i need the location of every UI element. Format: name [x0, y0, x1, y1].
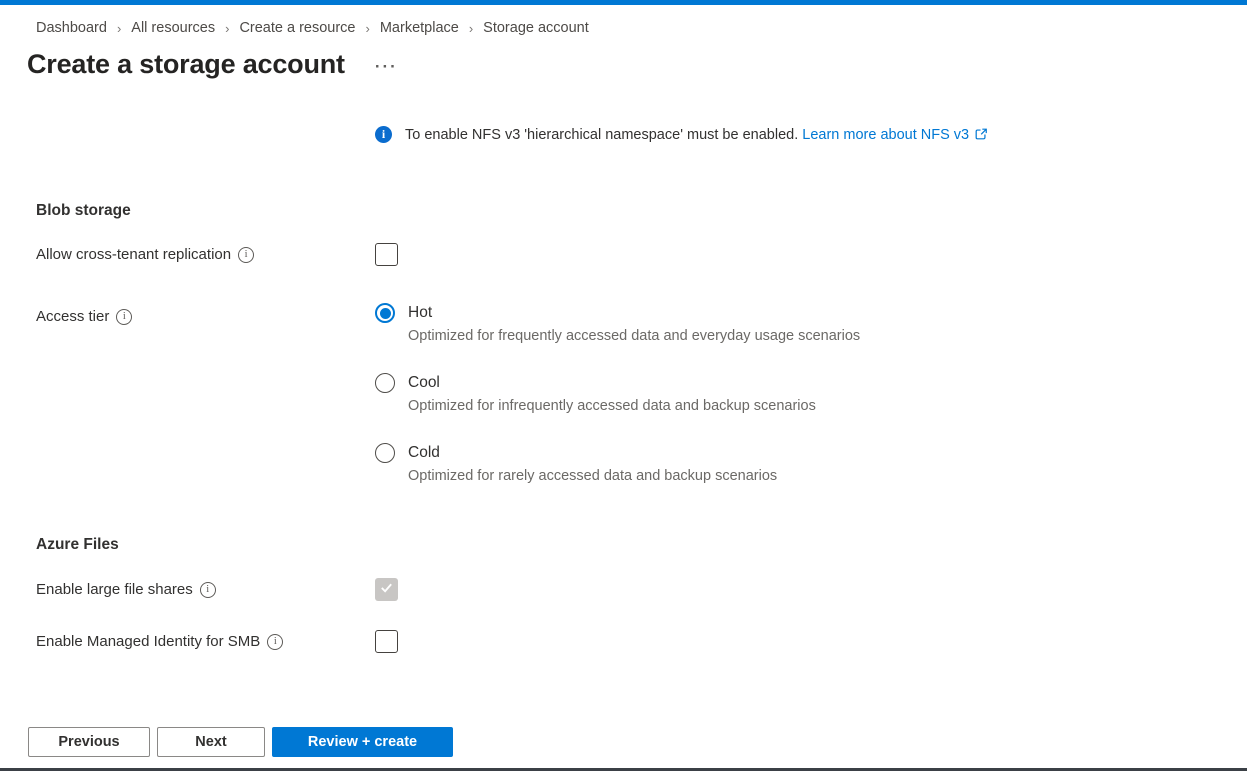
radio-unselected-icon — [375, 373, 395, 393]
access-tier-radio-group: Hot Optimized for frequently accessed da… — [375, 302, 860, 512]
large-file-shares-label: Enable large file shares — [36, 581, 193, 598]
banner-text: To enable NFS v3 'hierarchical namespace… — [405, 127, 799, 143]
breadcrumb-create-a-resource[interactable]: Create a resource — [239, 20, 355, 36]
cross-tenant-replication-row: Allow cross-tenant replication i — [36, 243, 1247, 266]
access-tier-label: Access tier — [36, 308, 110, 325]
breadcrumb-separator: › — [116, 20, 122, 36]
radio-unselected-icon — [375, 443, 395, 463]
managed-identity-info-icon[interactable]: i — [267, 633, 284, 650]
info-icon: i — [375, 126, 392, 143]
cross-tenant-info-icon[interactable]: i — [238, 246, 255, 263]
more-options-icon[interactable]: ··· — [375, 58, 398, 75]
breadcrumb-separator: › — [365, 20, 370, 36]
access-tier-hot-label: Hot — [408, 304, 433, 321]
managed-identity-smb-label: Enable Managed Identity for SMB — [36, 633, 261, 650]
wizard-footer: Previous Next Review + create — [28, 727, 453, 757]
cross-tenant-replication-label: Allow cross-tenant replication — [36, 246, 232, 263]
blob-storage-heading: Blob storage — [36, 202, 131, 219]
breadcrumb-marketplace[interactable]: Marketplace — [380, 20, 459, 36]
breadcrumb-storage-account[interactable]: Storage account — [483, 20, 589, 36]
check-icon — [379, 580, 394, 600]
breadcrumb-separator: › — [225, 20, 230, 36]
page-title: Create a storage account — [27, 49, 345, 79]
access-tier-cold-label: Cold — [408, 444, 440, 461]
top-accent-bar — [0, 0, 1247, 5]
access-tier-row: Access tier i Hot Optimized for frequent… — [36, 302, 1247, 512]
managed-identity-smb-checkbox[interactable] — [375, 630, 398, 653]
learn-more-nfs-link[interactable]: Learn more about NFS v3 — [802, 127, 969, 143]
access-tier-radio-hot[interactable]: Hot Optimized for frequently accessed da… — [375, 302, 860, 347]
review-create-button[interactable]: Review + create — [272, 727, 453, 757]
access-tier-cool-description: Optimized for infrequently accessed data… — [408, 398, 816, 414]
access-tier-cool-label: Cool — [408, 374, 440, 391]
managed-identity-smb-row: Enable Managed Identity for SMB i — [36, 630, 1247, 653]
radio-selected-icon — [375, 303, 395, 323]
large-file-shares-checkbox — [375, 578, 398, 601]
breadcrumb: Dashboard › All resources › Create a res… — [36, 20, 1247, 36]
large-file-shares-row: Enable large file shares i — [36, 578, 1247, 601]
access-tier-info-icon[interactable]: i — [116, 308, 133, 325]
azure-files-heading: Azure Files — [36, 536, 119, 553]
large-file-shares-info-icon[interactable]: i — [199, 581, 216, 598]
access-tier-cold-description: Optimized for rarely accessed data and b… — [408, 468, 778, 484]
cross-tenant-replication-checkbox[interactable] — [375, 243, 398, 266]
breadcrumb-separator: › — [468, 20, 474, 36]
previous-button[interactable]: Previous — [28, 727, 150, 757]
external-link-icon — [974, 126, 988, 149]
next-button[interactable]: Next — [157, 727, 265, 757]
bottom-divider-bar — [0, 768, 1247, 771]
access-tier-hot-description: Optimized for frequently accessed data a… — [408, 328, 861, 344]
breadcrumb-all-resources[interactable]: All resources — [131, 20, 215, 36]
breadcrumb-dashboard[interactable]: Dashboard — [36, 20, 107, 36]
nfs-info-banner: i To enable NFS v3 'hierarchical namespa… — [375, 124, 1023, 149]
access-tier-radio-cool[interactable]: Cool Optimized for infrequently accessed… — [375, 372, 860, 417]
access-tier-radio-cold[interactable]: Cold Optimized for rarely accessed data … — [375, 442, 860, 487]
